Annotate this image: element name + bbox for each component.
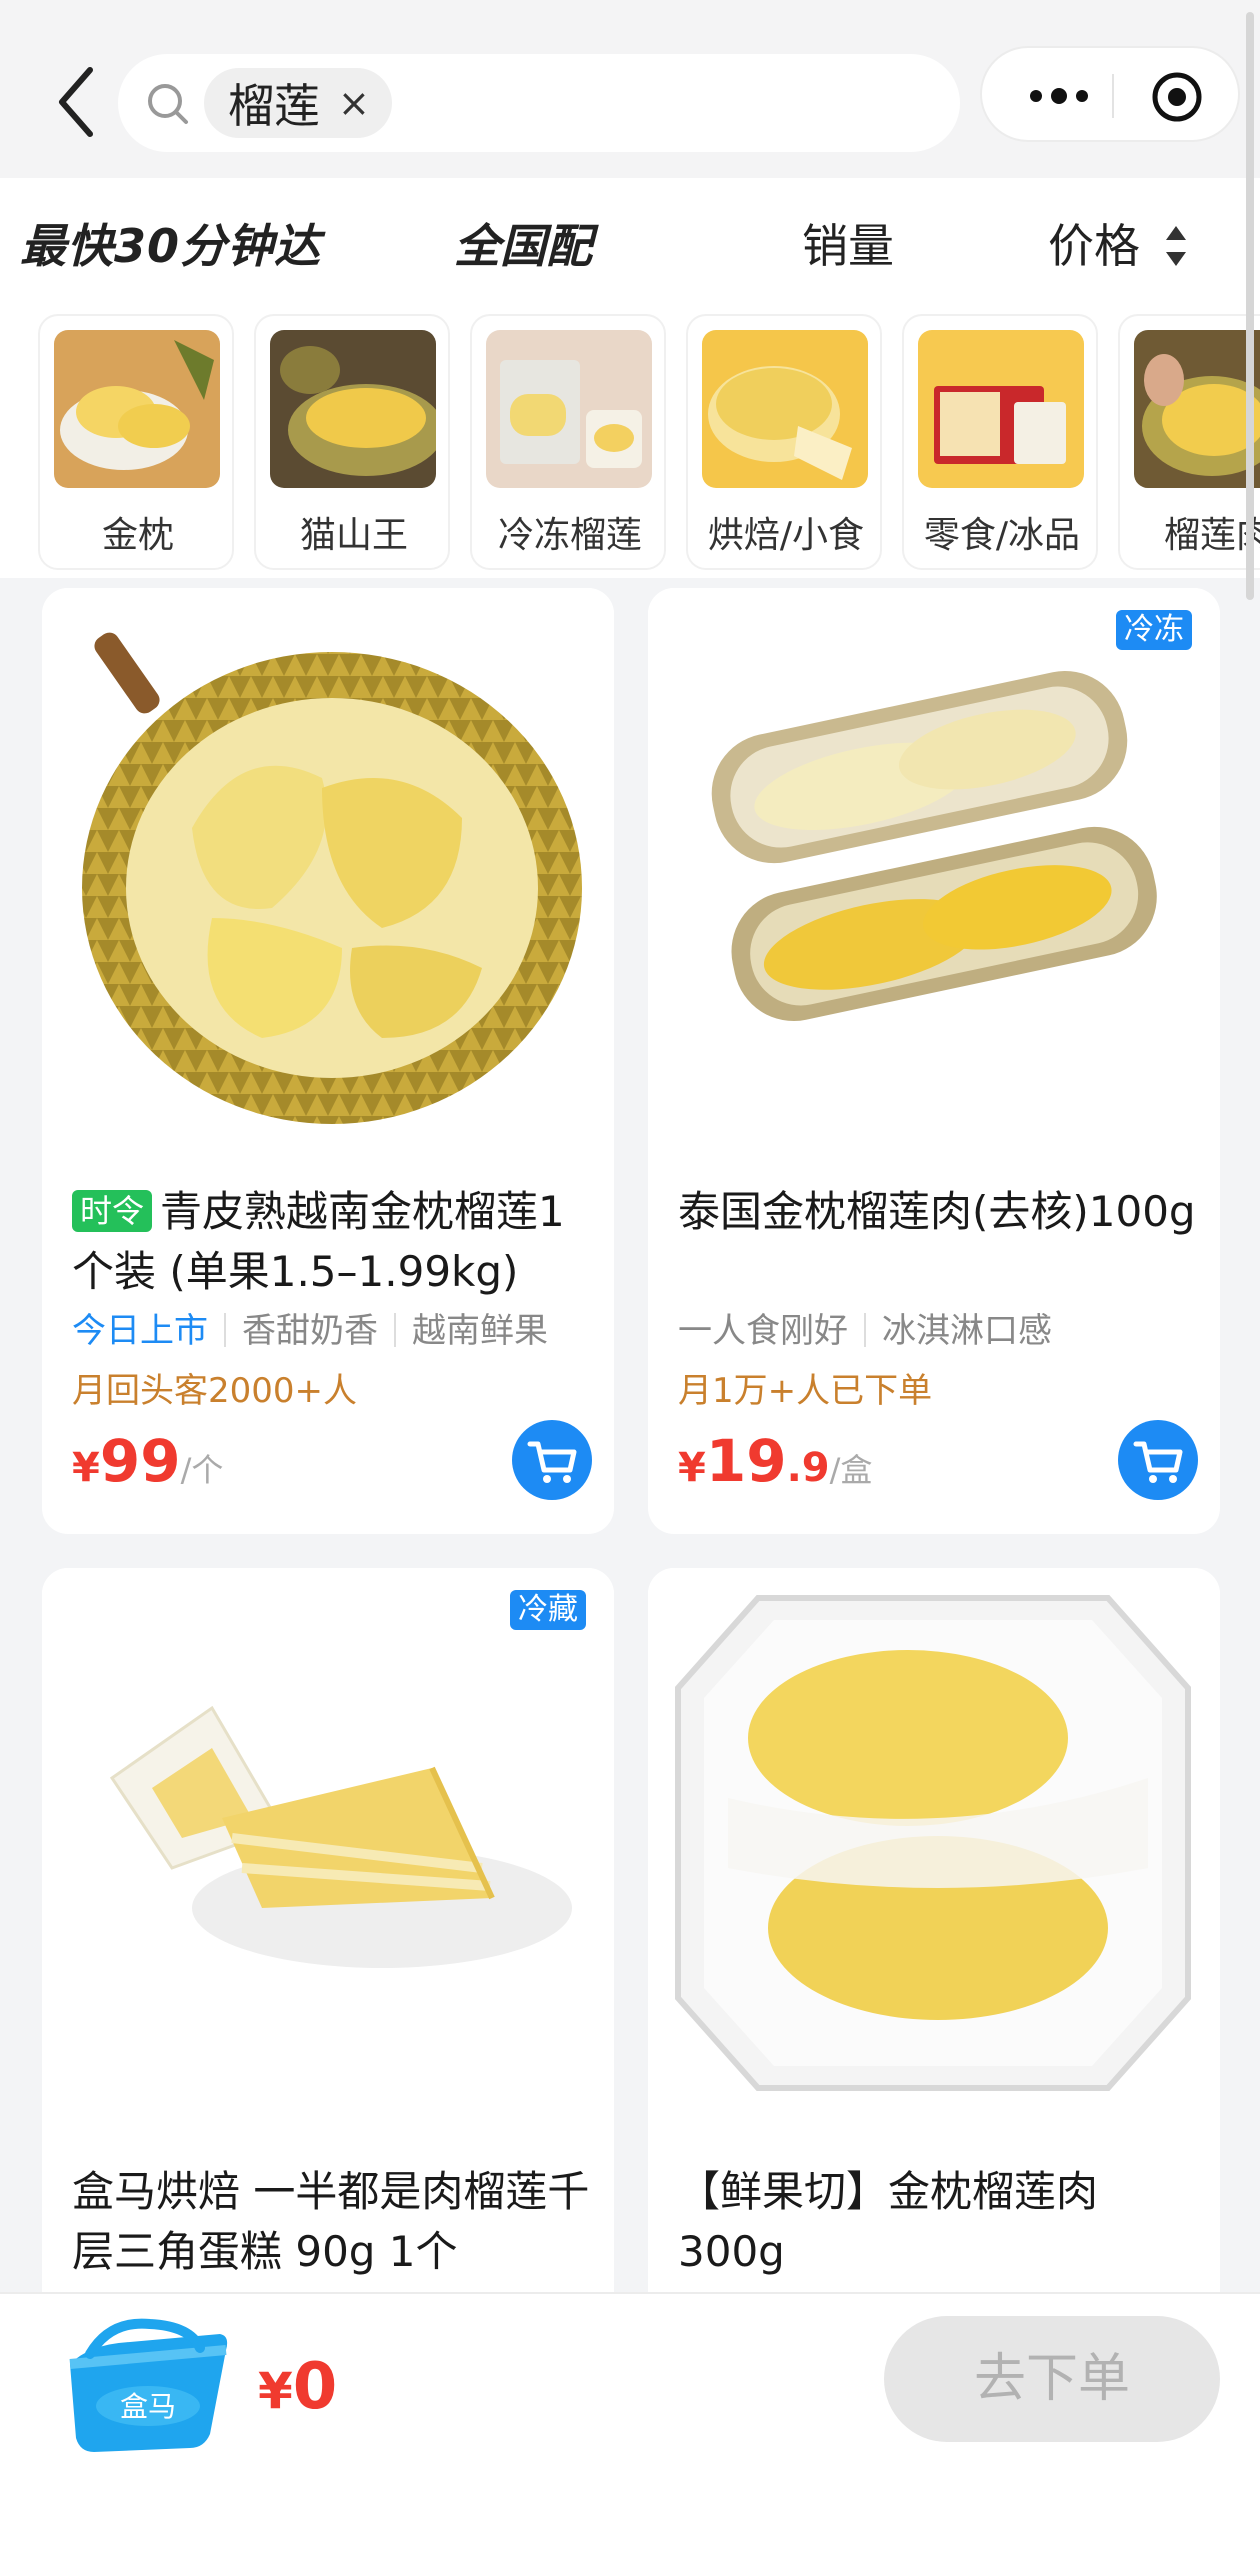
sort-sales[interactable]: 销量 [802, 216, 894, 276]
category-label: 金枕 [101, 515, 174, 556]
currency-symbol: ¥ [72, 1445, 100, 1491]
product-price: ¥99/个 [72, 1426, 223, 1511]
category-strip: 金枕 猫山王 冷冻榴莲 烘焙/小食 零食/冰品 榴莲 [0, 310, 1260, 578]
add-to-cart-icon[interactable] [1118, 1420, 1198, 1500]
feature-divider [864, 1313, 866, 1347]
product-image [42, 588, 614, 1148]
price-unit: /个 [180, 1451, 224, 1489]
category-label: 榴莲肉 [1163, 515, 1260, 556]
price-decimal: .9 [786, 1445, 830, 1491]
top-header: 榴莲 × [0, 0, 1260, 178]
feature-tag: 一人食刚好 [678, 1311, 848, 1351]
category-image [270, 330, 436, 488]
capsule-divider [1112, 74, 1114, 118]
product-card[interactable]: 时令 青皮熟越南金枕榴莲1个装 (单果1.5–1.99kg) 今日上市 香甜奶香 越南… [42, 588, 614, 1534]
currency-symbol: ¥ [678, 1445, 706, 1491]
search-input[interactable]: 榴莲 × [118, 54, 960, 152]
product-price: ¥19.9/盒 [678, 1426, 872, 1511]
clear-keyword-icon[interactable]: × [338, 84, 370, 122]
sales-info: 月回头客2000+人 [72, 1371, 358, 1411]
feature-tag: 冰淇淋口感 [882, 1311, 1052, 1351]
category-image [918, 330, 1084, 488]
category-label: 烘焙/小食 [707, 515, 865, 556]
price-integer: 99 [99, 1427, 181, 1495]
category-snacks-ice[interactable]: 零食/冰品 [902, 314, 1098, 570]
product-title: 【鲜果切】金枕榴莲肉300g [678, 2167, 1099, 2276]
price-integer: 19 [705, 1427, 787, 1495]
close-miniprogram-icon[interactable] [1150, 70, 1204, 124]
page-scrollbar[interactable] [1246, 12, 1254, 600]
seasonal-badge: 时令 [72, 1190, 153, 1232]
checkout-button[interactable]: 去下单 [884, 2316, 1220, 2442]
search-keyword: 榴莲 [228, 79, 320, 133]
feature-divider [394, 1313, 396, 1347]
product-features: 一人食刚好 冰淇淋口感 [678, 1306, 1052, 1356]
sales-info: 月1万+人已下单 [678, 1371, 933, 1411]
category-durian-flesh[interactable]: 榴莲肉 [1118, 314, 1260, 570]
feature-divider [224, 1313, 226, 1347]
product-image [648, 1568, 1220, 2128]
category-image [702, 330, 868, 488]
add-to-cart-icon[interactable] [512, 1420, 592, 1500]
chilled-tag: 冷藏 [510, 1590, 586, 1630]
product-card[interactable]: 冷冻 泰国金枕榴莲肉(去核)100g 一人食刚好 冰淇淋口感 月1万+人已下单 ¥… [648, 588, 1220, 1534]
product-title: 时令 青皮熟越南金枕榴莲1个装 (单果1.5–1.99kg) [72, 1182, 592, 1302]
category-image [1134, 330, 1260, 488]
feature-tag: 香甜奶香 [242, 1311, 378, 1351]
product-features: 今日上市 香甜奶香 越南鲜果 [72, 1306, 548, 1356]
frozen-tag: 冷冻 [1116, 610, 1192, 650]
filter-national-delivery[interactable]: 全国配 [454, 216, 592, 276]
sort-toggle-icon [1166, 226, 1186, 266]
product-card[interactable]: 【鲜果切】金枕榴莲肉300g [648, 1568, 1220, 2328]
back-arrow-icon[interactable] [52, 62, 102, 142]
category-image [486, 330, 652, 488]
more-icon[interactable] [1024, 78, 1094, 114]
category-label: 零食/冰品 [923, 515, 1081, 556]
mini-program-capsule [980, 46, 1240, 142]
cart-total-amount: 0 [292, 2350, 338, 2424]
search-keyword-chip[interactable]: 榴莲 × [204, 68, 392, 138]
category-jinzhen[interactable]: 金枕 [38, 314, 234, 570]
feature-tag: 今日上市 [72, 1311, 208, 1351]
filter-bar: 最快30分钟达 全国配 销量 价格 [0, 178, 1260, 310]
product-image [42, 1568, 614, 2128]
basket-brand: 盒马 [120, 2390, 176, 2423]
category-frozen-durian[interactable]: 冷冻榴莲 [470, 314, 666, 570]
product-title: 盒马烘焙 一半都是肉榴莲千层三角蛋糕 90g 1个 [72, 2167, 590, 2276]
filter-fast-delivery[interactable]: 最快30分钟达 [20, 216, 321, 276]
product-title: 泰国金枕榴莲肉(去核)100g [678, 1187, 1196, 1236]
category-label: 冷冻榴莲 [497, 515, 642, 556]
product-image [648, 588, 1220, 1148]
category-image [54, 330, 220, 488]
product-card[interactable]: 冷藏 盒马烘焙 一半都是肉榴莲千层三角蛋糕 90g 1个 [42, 1568, 614, 2328]
feature-tag: 越南鲜果 [412, 1311, 548, 1351]
cart-bar: 盒马 ¥0 去下单 [0, 2292, 1260, 2561]
category-bakery-snacks[interactable]: 烘焙/小食 [686, 314, 882, 570]
sort-price[interactable]: 价格 [1048, 216, 1140, 276]
price-unit: /盒 [829, 1451, 873, 1489]
category-musang-king[interactable]: 猫山王 [254, 314, 450, 570]
currency-symbol: ¥ [258, 2362, 293, 2420]
shopping-basket-icon[interactable]: 盒马 [50, 2314, 240, 2464]
cart-total: ¥0 [258, 2350, 337, 2424]
category-label: 猫山王 [299, 515, 408, 556]
search-icon [148, 84, 188, 124]
